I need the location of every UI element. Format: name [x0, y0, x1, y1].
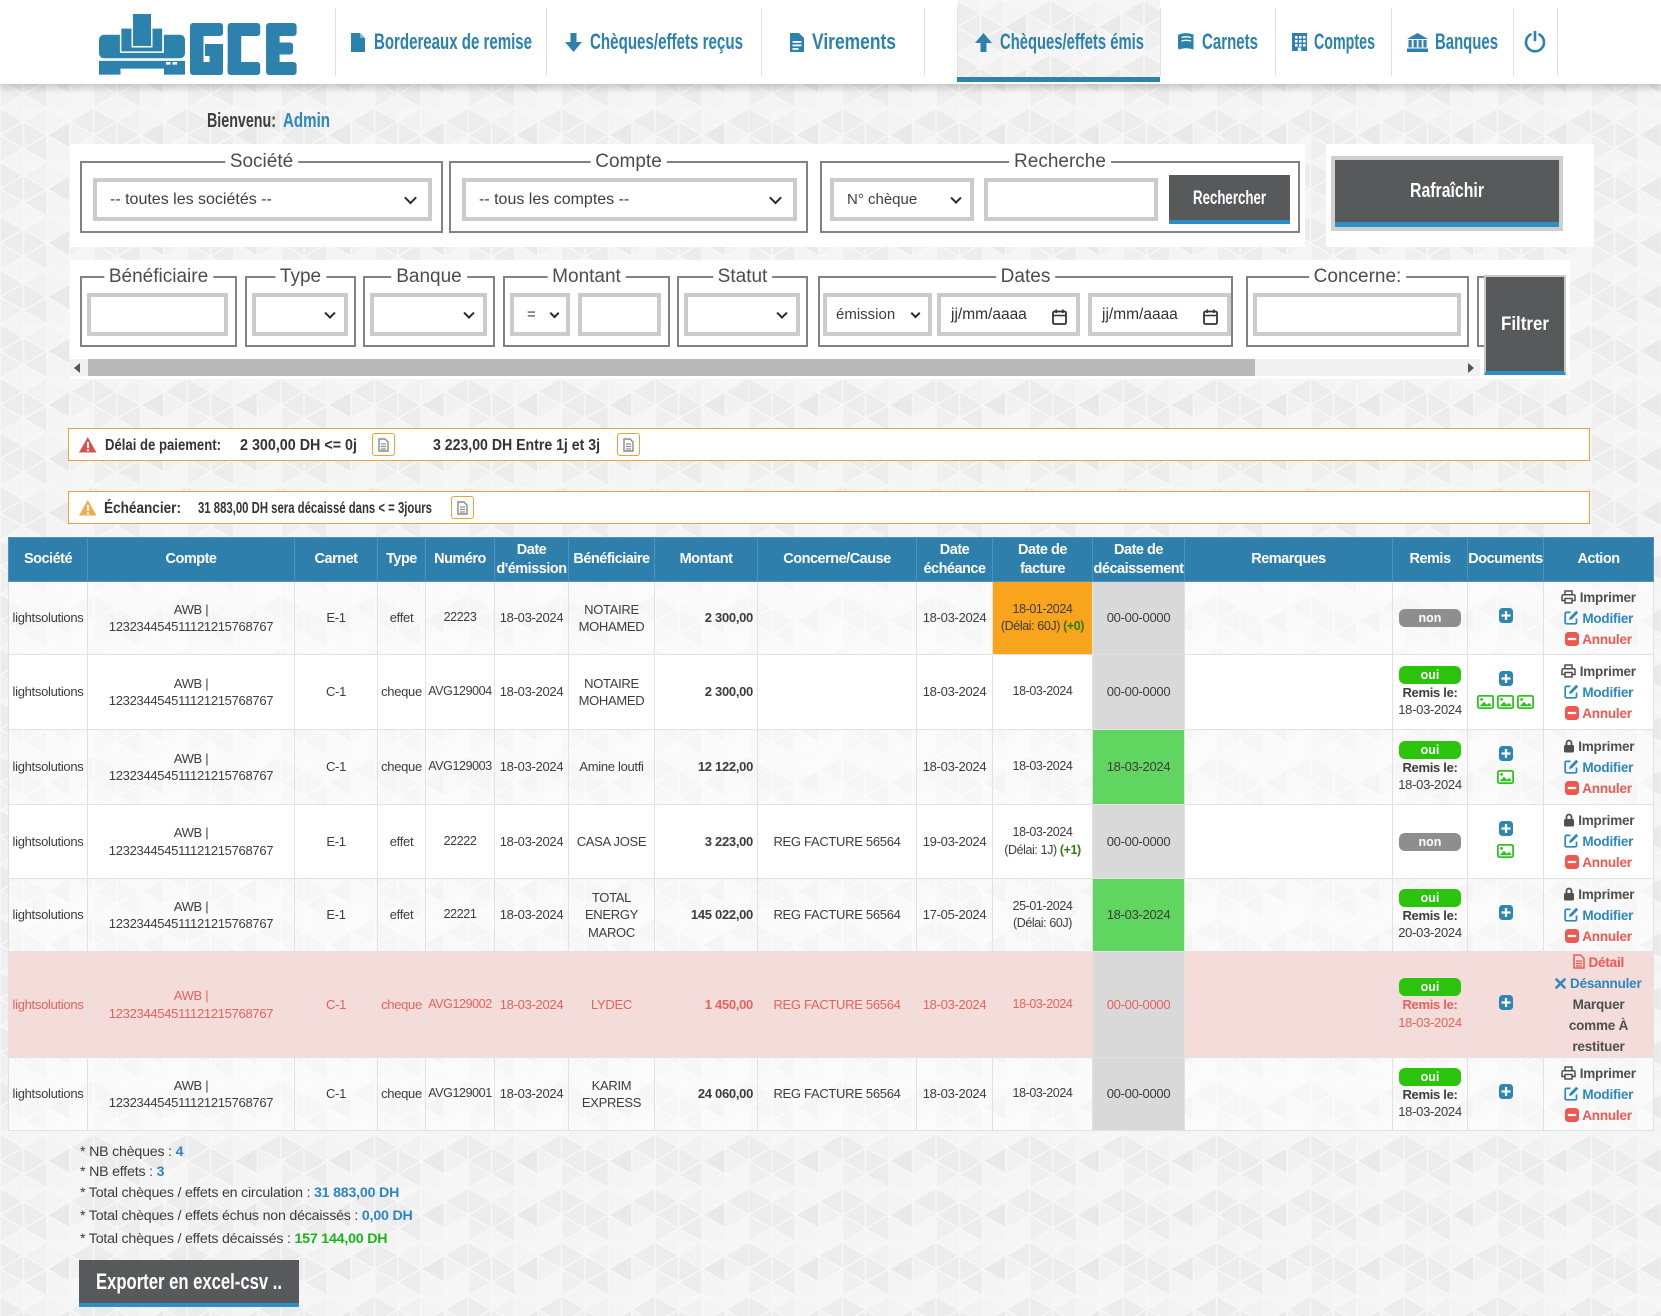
svg-text:Rafraîchir: Rafraîchir: [1410, 180, 1484, 202]
svg-text:Rechercher: Rechercher: [1193, 188, 1266, 209]
svg-text:Comptes: Comptes: [1314, 29, 1375, 54]
svg-text:3 223,00 DH Entre 1j et 3j: 3 223,00 DH Entre 1j et 3j: [433, 437, 600, 454]
svg-text:Banques: Banques: [1435, 29, 1498, 54]
svg-text:2 300,00 DH <= 0j: 2 300,00 DH <= 0j: [240, 437, 357, 454]
svg-text:Virements: Virements: [812, 29, 896, 54]
svg-text:Bordereaux de remise: Bordereaux de remise: [374, 29, 532, 54]
svg-text:Carnets: Carnets: [1202, 29, 1258, 54]
svg-text:Admin: Admin: [283, 110, 330, 132]
svg-text:Chèques/effets reçus: Chèques/effets reçus: [590, 29, 743, 54]
svg-text:Chèques/effets émis: Chèques/effets émis: [1000, 29, 1144, 54]
svg-text:Filtrer: Filtrer: [1501, 314, 1549, 335]
svg-text:Échéancier:: Échéancier:: [104, 500, 181, 517]
svg-text:Exporter en excel-csv ..: Exporter en excel-csv ..: [96, 1269, 282, 1294]
svg-text:Bienvenu:: Bienvenu:: [207, 110, 276, 132]
svg-text:31 883,00 DH sera décaissé dan: 31 883,00 DH sera décaissé dans < = 3jou…: [198, 500, 432, 517]
svg-text:Délai de paiement:: Délai de paiement:: [105, 437, 221, 454]
